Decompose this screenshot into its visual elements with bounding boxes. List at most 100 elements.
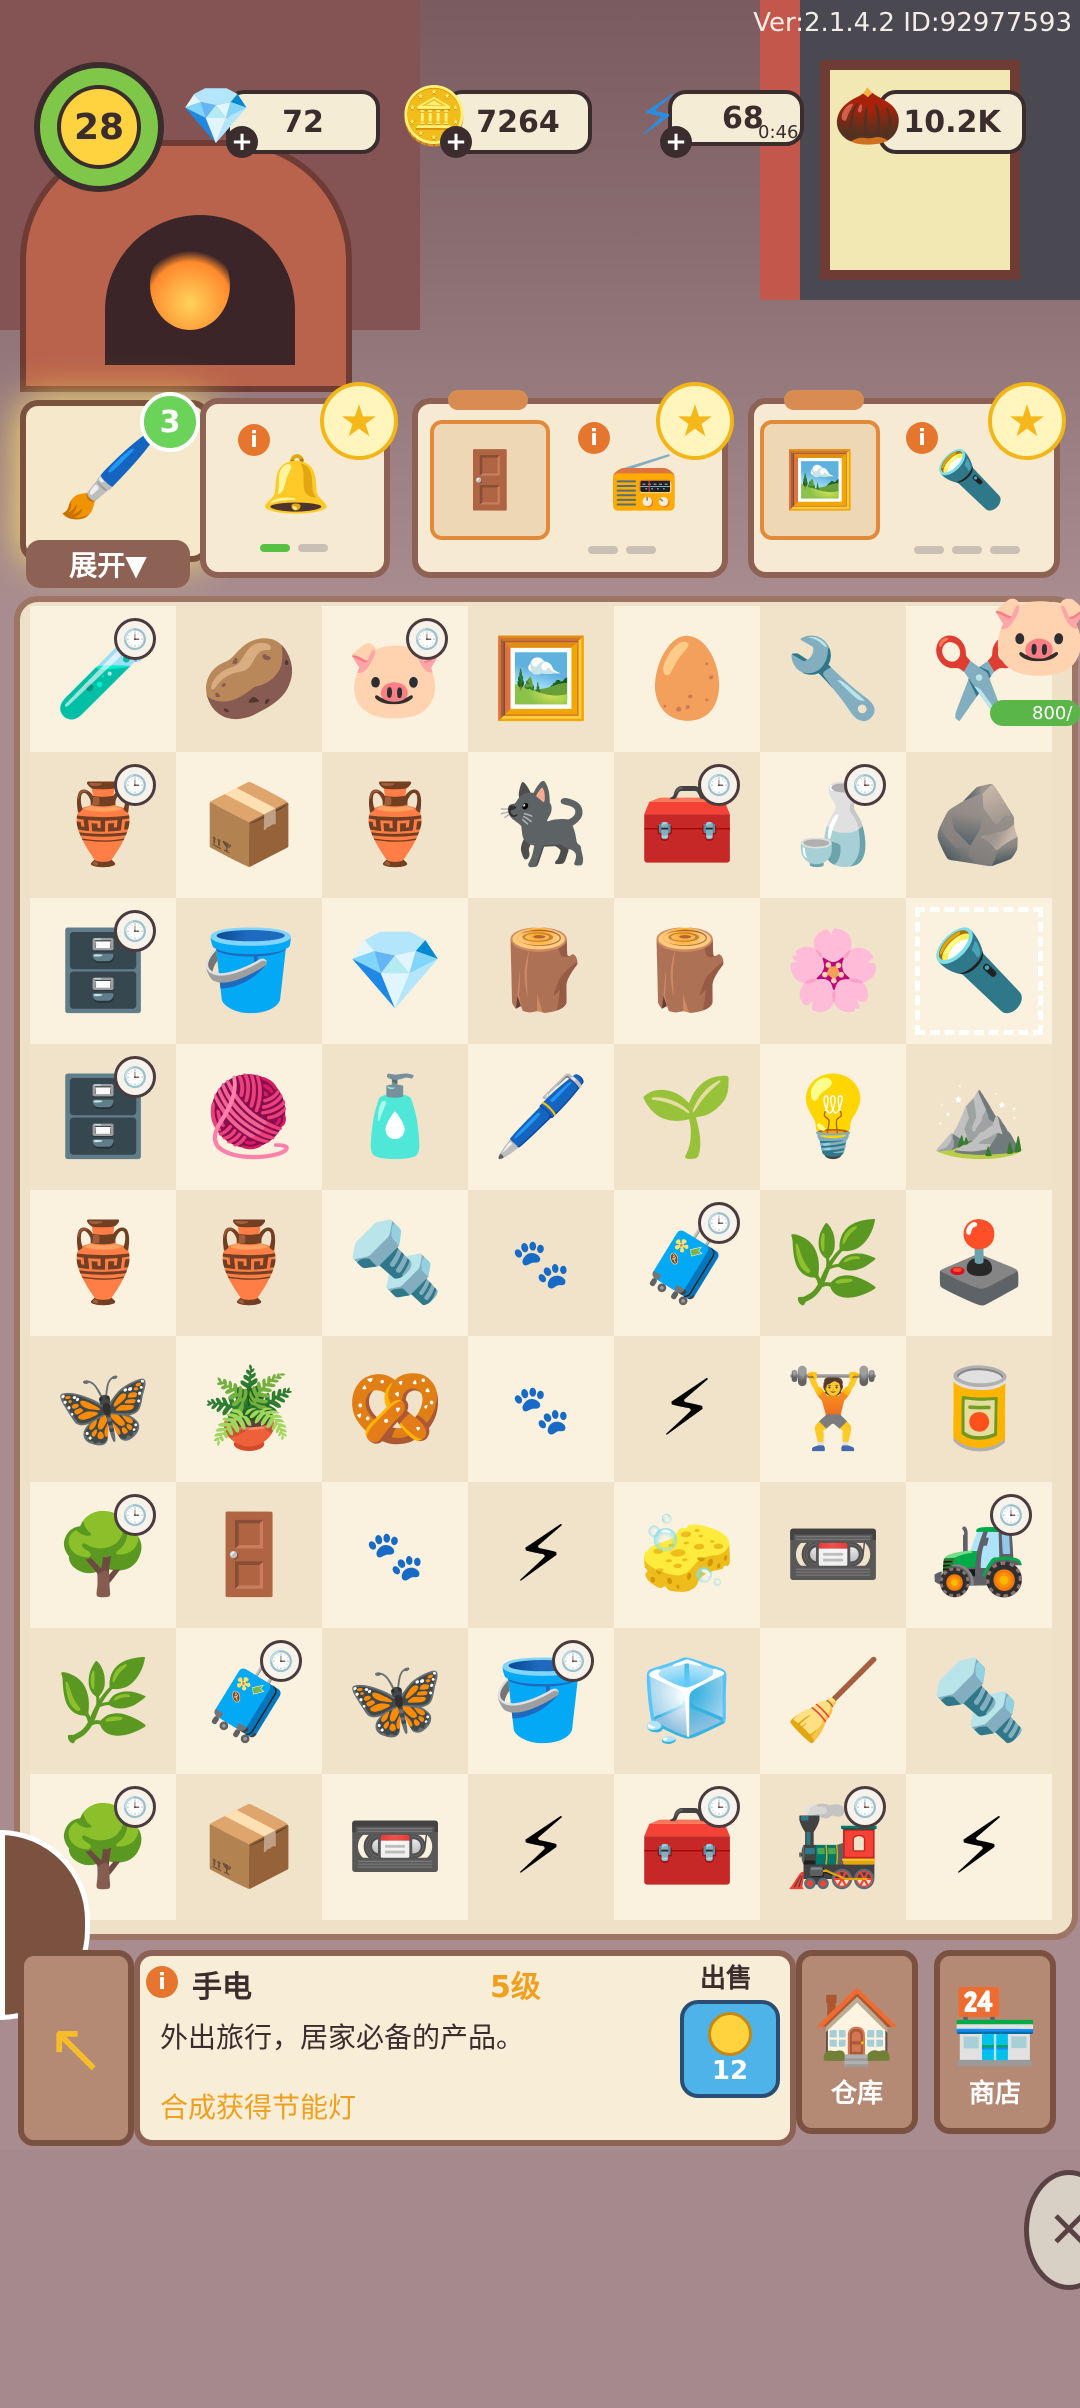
board-cell[interactable]: 🧴 xyxy=(322,1044,468,1190)
floor-background xyxy=(0,2150,1080,2408)
merge-item-icon: 🖊️ xyxy=(492,1071,590,1162)
board-cell[interactable]: 💎 xyxy=(322,898,468,1044)
board-cell[interactable]: 🪨 xyxy=(906,752,1052,898)
board-cell[interactable]: 🦋 xyxy=(30,1336,176,1482)
board-cell[interactable]: 🏺 xyxy=(30,1190,176,1336)
merge-item-icon: ⚡ xyxy=(513,1510,569,1600)
board-cell[interactable]: 🪵 xyxy=(468,898,614,1044)
board-cell[interactable]: 🏺 🕒 xyxy=(30,752,176,898)
board-cell[interactable]: 🪴 xyxy=(176,1336,322,1482)
board-cell[interactable]: 🐾 xyxy=(322,1482,468,1628)
board-cell[interactable]: 📼 xyxy=(322,1774,468,1920)
add-gems-button[interactable]: + xyxy=(226,126,258,158)
player-level-badge[interactable]: 28 xyxy=(34,62,164,192)
merge-item-icon: 📼 xyxy=(784,1509,882,1600)
board-cell[interactable]: 🧰 🕒 xyxy=(614,752,760,898)
board-cell[interactable]: 🚪 xyxy=(176,1482,322,1628)
board-cell[interactable]: 🧰 🕒 xyxy=(614,1774,760,1920)
merge-item-icon: 💡 xyxy=(784,1071,882,1162)
merge-hint: 合成获得节能灯 xyxy=(160,2091,357,2124)
board-cell[interactable]: 🔩 xyxy=(322,1190,468,1336)
add-energy-button[interactable]: + xyxy=(660,126,692,158)
board-cell[interactable]: 🕹️ xyxy=(906,1190,1052,1336)
timer-clock-icon: 🕒 xyxy=(260,1640,302,1682)
board-cell[interactable]: 🐾 xyxy=(468,1190,614,1336)
expand-button[interactable]: 展开▼ xyxy=(26,540,190,588)
board-cell[interactable]: 🧶 xyxy=(176,1044,322,1190)
board-cell[interactable]: 🌿 xyxy=(760,1190,906,1336)
board-cell[interactable]: 🐾 xyxy=(468,1336,614,1482)
merge-item-icon: 📦 xyxy=(200,1801,298,1892)
board-cell[interactable]: 🔧 xyxy=(760,606,906,752)
board-cell[interactable]: 🖊️ xyxy=(468,1044,614,1190)
add-coins-button[interactable]: + xyxy=(440,126,472,158)
merge-item-icon: 🐈‍⬛ xyxy=(492,779,590,870)
order-progress-empty xyxy=(952,546,982,554)
board-cell[interactable]: 🔦 xyxy=(906,898,1052,1044)
shop-button[interactable]: 🏪 商店 xyxy=(934,1950,1056,2134)
merge-item-icon: 🔩 xyxy=(346,1217,444,1308)
board-cell[interactable]: 🥨 xyxy=(322,1336,468,1482)
order-progress-empty xyxy=(914,546,944,554)
timer-clock-icon: 🕒 xyxy=(114,764,156,806)
sell-label: 出售 xyxy=(700,1964,753,1994)
board-cell[interactable]: 🧳 🕒 xyxy=(614,1190,760,1336)
board-cell[interactable]: 📦 xyxy=(176,752,322,898)
board-cell[interactable]: 🥚 xyxy=(614,606,760,752)
board-cell[interactable]: 🧳 🕒 xyxy=(176,1628,322,1774)
board-cell[interactable]: 💡 xyxy=(760,1044,906,1190)
board-cell[interactable]: 🚂 🕒 xyxy=(760,1774,906,1920)
board-cell[interactable]: 🥫 xyxy=(906,1336,1052,1482)
board-cell[interactable]: 🖼️ xyxy=(468,606,614,752)
warehouse-icon: 🏠 xyxy=(812,1984,902,2068)
board-cell[interactable]: 🪣 🕒 xyxy=(468,1628,614,1774)
board-cell[interactable]: ⚡ xyxy=(906,1774,1052,1920)
exit-sign-icon: 🚪 xyxy=(430,420,550,540)
info-icon[interactable]: i xyxy=(146,1966,178,1998)
board-cell[interactable]: 🐷 🕒 xyxy=(322,606,468,752)
board-cell[interactable]: 🦋 xyxy=(322,1628,468,1774)
back-arrow-button[interactable]: ↖ xyxy=(18,1950,134,2146)
board-cell[interactable]: 🌳 🕒 xyxy=(30,1482,176,1628)
warehouse-button[interactable]: 🏠 仓库 xyxy=(796,1950,918,2134)
board-cell[interactable]: 🪵 xyxy=(614,898,760,1044)
board-cell[interactable]: 📦 xyxy=(176,1774,322,1920)
board-cell[interactable]: 🏺 xyxy=(322,752,468,898)
timer-clock-icon: 🕒 xyxy=(844,1786,886,1828)
board-cell[interactable]: 🌸 xyxy=(760,898,906,1044)
board-cell[interactable]: 🔩 xyxy=(906,1628,1052,1774)
sell-button[interactable]: 12 xyxy=(680,2000,780,2098)
board-cell[interactable]: 🏋️ xyxy=(760,1336,906,1482)
toolbox-count-badge: 3 xyxy=(140,392,200,452)
info-icon[interactable]: i xyxy=(906,422,938,454)
board-cell[interactable]: 🪣 xyxy=(176,898,322,1044)
board-cell[interactable]: 🧪 🕒 xyxy=(30,606,176,752)
board-cell[interactable]: 📼 xyxy=(760,1482,906,1628)
board-cell[interactable]: 🚜 🕒 xyxy=(906,1482,1052,1628)
board-cell[interactable]: 🥔 xyxy=(176,606,322,752)
info-icon[interactable]: i xyxy=(578,422,610,454)
board-cell[interactable]: 🗄️ 🕒 xyxy=(30,898,176,1044)
board-cell[interactable]: 🍶 🕒 xyxy=(760,752,906,898)
merge-item-icon: 🦋 xyxy=(54,1363,152,1454)
board-cell[interactable]: 🐈‍⬛ xyxy=(468,752,614,898)
piggy-bank-icon[interactable]: 🐷 xyxy=(990,580,1080,690)
info-icon[interactable]: i xyxy=(238,424,270,456)
board-cell[interactable]: ⚡ xyxy=(468,1482,614,1628)
board-cell[interactable]: 🏺 xyxy=(176,1190,322,1336)
board-cell[interactable]: ⛰️ xyxy=(906,1044,1052,1190)
board-cell[interactable]: 🧊 xyxy=(614,1628,760,1774)
shop-icon: 🏪 xyxy=(950,1984,1040,2068)
board-cell[interactable]: ⚡ xyxy=(468,1774,614,1920)
board-cell[interactable]: 🧽 xyxy=(614,1482,760,1628)
board-cell[interactable]: ⚡ xyxy=(614,1336,760,1482)
timer-clock-icon: 🕒 xyxy=(114,1056,156,1098)
board-cell[interactable]: 🌿 xyxy=(30,1628,176,1774)
board-cell[interactable]: 🧹 xyxy=(760,1628,906,1774)
merge-item-icon: ⚡ xyxy=(659,1364,715,1454)
board-cell[interactable]: 🌱 xyxy=(614,1044,760,1190)
merge-item-icon: 🦋 xyxy=(346,1655,444,1746)
board-cell[interactable]: 🗄️ 🕒 xyxy=(30,1044,176,1190)
timer-clock-icon: 🕒 xyxy=(552,1640,594,1682)
order-progress-empty xyxy=(298,544,328,552)
